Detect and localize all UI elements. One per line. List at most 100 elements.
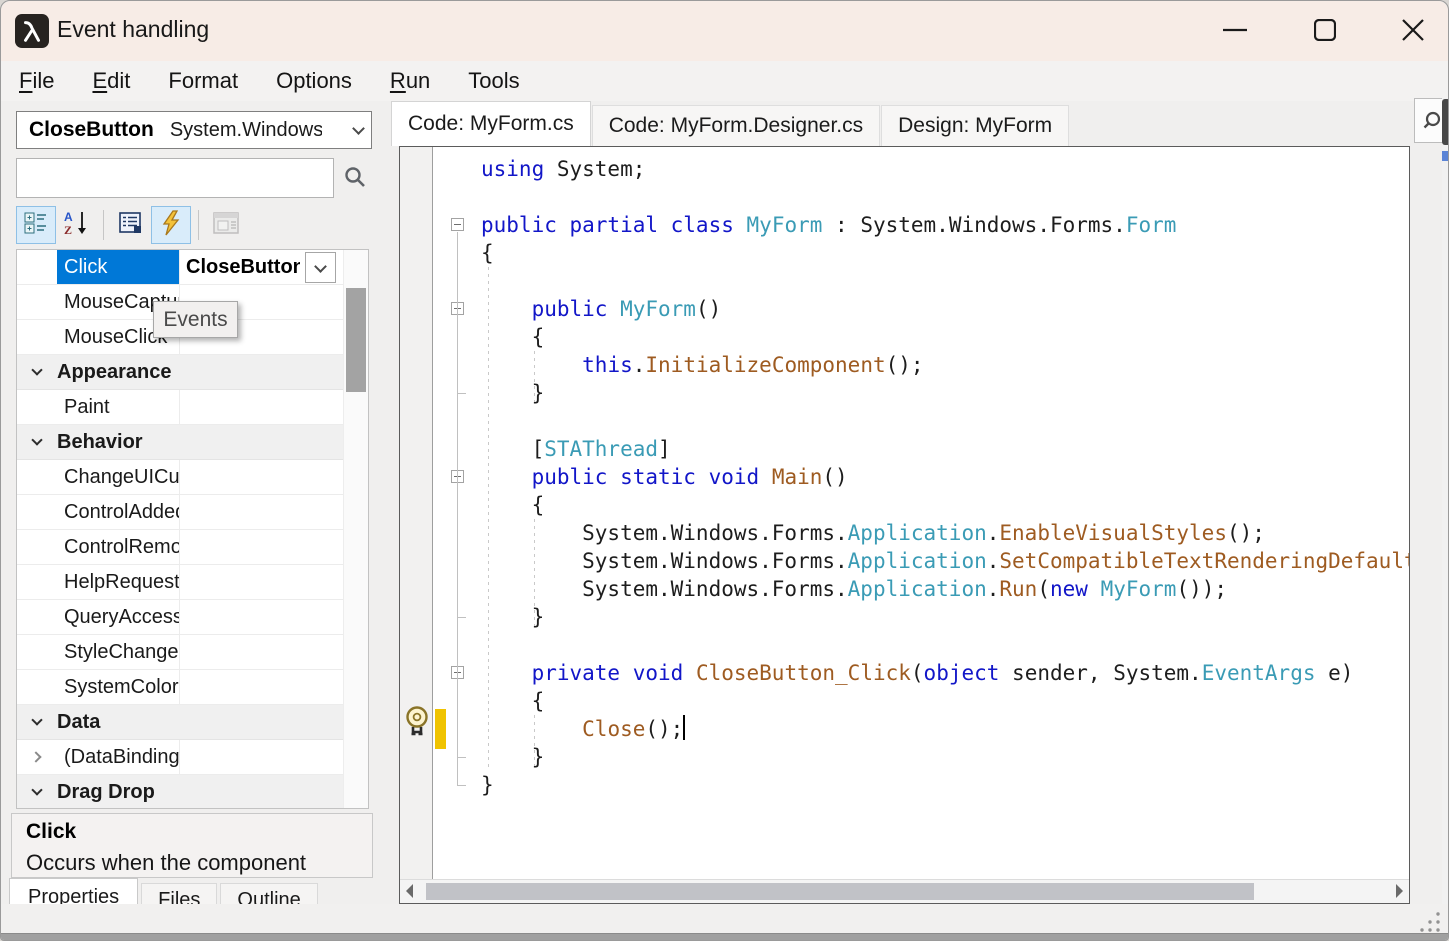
maximize-button[interactable] [1302, 9, 1348, 51]
fold-guide-corner [457, 617, 466, 618]
menu-item-run[interactable]: Run [390, 68, 430, 94]
toolbar-separator [198, 210, 199, 240]
event-row-stylechanged[interactable]: StyleChanged [17, 635, 343, 670]
fold-guide-line [457, 484, 458, 617]
vertical-scrollbar[interactable] [1442, 98, 1449, 904]
category-label: Drag Drop [57, 781, 155, 804]
menu-item-format[interactable]: Format [168, 68, 238, 94]
fold-guide-corner [457, 757, 466, 758]
handler-dropdown-button[interactable] [305, 252, 336, 283]
event-row-controlremoved[interactable]: ControlRemoved [17, 530, 343, 565]
event-name: ControlAdded [57, 495, 180, 529]
text-cursor [683, 715, 685, 740]
event-handler-value[interactable]: CloseButton_Click [180, 256, 300, 279]
magnifier-icon [1421, 110, 1443, 132]
category-label: Behavior [57, 431, 143, 454]
toolbar-separator [103, 210, 104, 240]
properties-button[interactable] [111, 206, 151, 244]
minimize-icon [1223, 28, 1247, 32]
menu-item-tools[interactable]: Tools [468, 68, 519, 94]
app-window: Event handling File Edit Format Options Run T… [0, 0, 1449, 941]
code-line [481, 267, 1409, 295]
event-row-helprequested[interactable]: HelpRequested [17, 565, 343, 600]
menu-item-options[interactable]: Options [276, 68, 352, 94]
category-row-behavior[interactable]: Behavior [17, 425, 343, 460]
code-line: { [481, 491, 1409, 519]
event-name: ControlRemoved [57, 530, 180, 564]
scroll-annotation-tick [1442, 151, 1449, 161]
description-text: Occurs when the component [26, 850, 372, 876]
code-line: System.Windows.Forms.Application.Run(new… [481, 575, 1409, 603]
scroll-right-arrow[interactable] [1396, 884, 1403, 898]
menu-item-edit[interactable]: Edit [92, 68, 130, 94]
code-line: public partial class MyForm : System.Win… [481, 211, 1409, 239]
svg-text:Z: Z [64, 223, 72, 236]
svg-text:A: A [64, 210, 73, 224]
category-label: Appearance [57, 361, 172, 384]
event-row-click[interactable]: ClickCloseButton_Click [17, 250, 343, 285]
property-grid-scrollbar[interactable] [343, 250, 368, 808]
scrollbar-thumb[interactable] [426, 883, 1254, 900]
minimize-button[interactable] [1212, 9, 1258, 51]
chevron-down-icon [31, 784, 42, 795]
code-line [481, 407, 1409, 435]
event-row-databindings[interactable]: (DataBindings) [17, 740, 343, 775]
close-button[interactable] [1390, 9, 1436, 51]
scroll-left-arrow[interactable] [406, 884, 413, 898]
lambda-logo [19, 18, 45, 44]
selected-object-type: System.Windows.Forms.Button [170, 119, 322, 142]
chevron-down-icon [31, 364, 42, 375]
row-gutter [17, 753, 57, 761]
category-chevron[interactable] [17, 440, 57, 444]
scrollbar-thumb[interactable] [346, 288, 366, 392]
category-row-drag-drop[interactable]: Drag Drop [17, 775, 343, 809]
properties-search-input[interactable] [16, 158, 334, 198]
property-pages-button [206, 206, 246, 244]
property-pages-icon [213, 211, 239, 240]
object-selector-dropdown[interactable]: CloseButton System.Windows.Forms.Button [16, 111, 372, 149]
fold-collapse-box[interactable] [451, 218, 464, 231]
chevron-down-icon [31, 434, 42, 445]
chevron-down-icon [352, 122, 365, 135]
events-button[interactable] [151, 206, 191, 244]
search-icon [343, 165, 367, 194]
editor-tab[interactable]: Design: MyForm [881, 105, 1069, 146]
lightbulb-icon[interactable] [404, 705, 430, 744]
event-name: ChangeUICues [57, 460, 180, 494]
event-row-changeuicues[interactable]: ChangeUICues [17, 460, 343, 495]
code-editor[interactable]: using System; public partial class MyForm… [399, 146, 1410, 904]
maximize-icon [1314, 19, 1336, 41]
category-chevron[interactable] [17, 790, 57, 794]
scrollbar-thumb[interactable] [1442, 99, 1449, 145]
description-title: Click [26, 820, 372, 844]
category-chevron[interactable] [17, 720, 57, 724]
editor-tab-strip: Code: MyForm.csCode: MyForm.Designer.csD… [391, 101, 1070, 146]
close-icon [1402, 19, 1424, 41]
events-tooltip: Events [153, 301, 238, 338]
category-row-data[interactable]: Data [17, 705, 343, 740]
editor-tab[interactable]: Code: MyForm.Designer.cs [592, 105, 880, 146]
editor-tab[interactable]: Code: MyForm.cs [391, 101, 591, 146]
code-area[interactable]: using System; public partial class MyForm… [481, 155, 1409, 799]
fold-guide-corner [457, 393, 466, 394]
event-row-controladded[interactable]: ControlAdded [17, 495, 343, 530]
chevron-down-icon [314, 260, 327, 273]
code-line: { [481, 323, 1409, 351]
code-line: System.Windows.Forms.Application.SetComp… [481, 547, 1409, 575]
category-chevron[interactable] [17, 370, 57, 374]
chevron-right-icon[interactable] [30, 751, 41, 762]
category-row-appearance[interactable]: Appearance [17, 355, 343, 390]
event-row-queryaccessibilityhelp[interactable]: QueryAccessibilityHelp [17, 600, 343, 635]
selected-object-name: CloseButton [29, 118, 154, 142]
alphabetical-icon: AZ [63, 210, 89, 241]
categorized-button[interactable] [16, 206, 56, 244]
horizontal-scrollbar[interactable] [400, 879, 1409, 903]
code-line: using System; [481, 155, 1409, 183]
titlebar: Event handling [1, 1, 1448, 61]
event-name: QueryAccessibilityHelp [57, 600, 180, 634]
event-row-paint[interactable]: Paint [17, 390, 343, 425]
menu-item-file[interactable]: File [19, 68, 54, 94]
event-row-systemcolorschanged[interactable]: SystemColorsChanged [17, 670, 343, 705]
alphabetical-button[interactable]: AZ [56, 206, 96, 244]
category-label: Data [57, 711, 100, 734]
